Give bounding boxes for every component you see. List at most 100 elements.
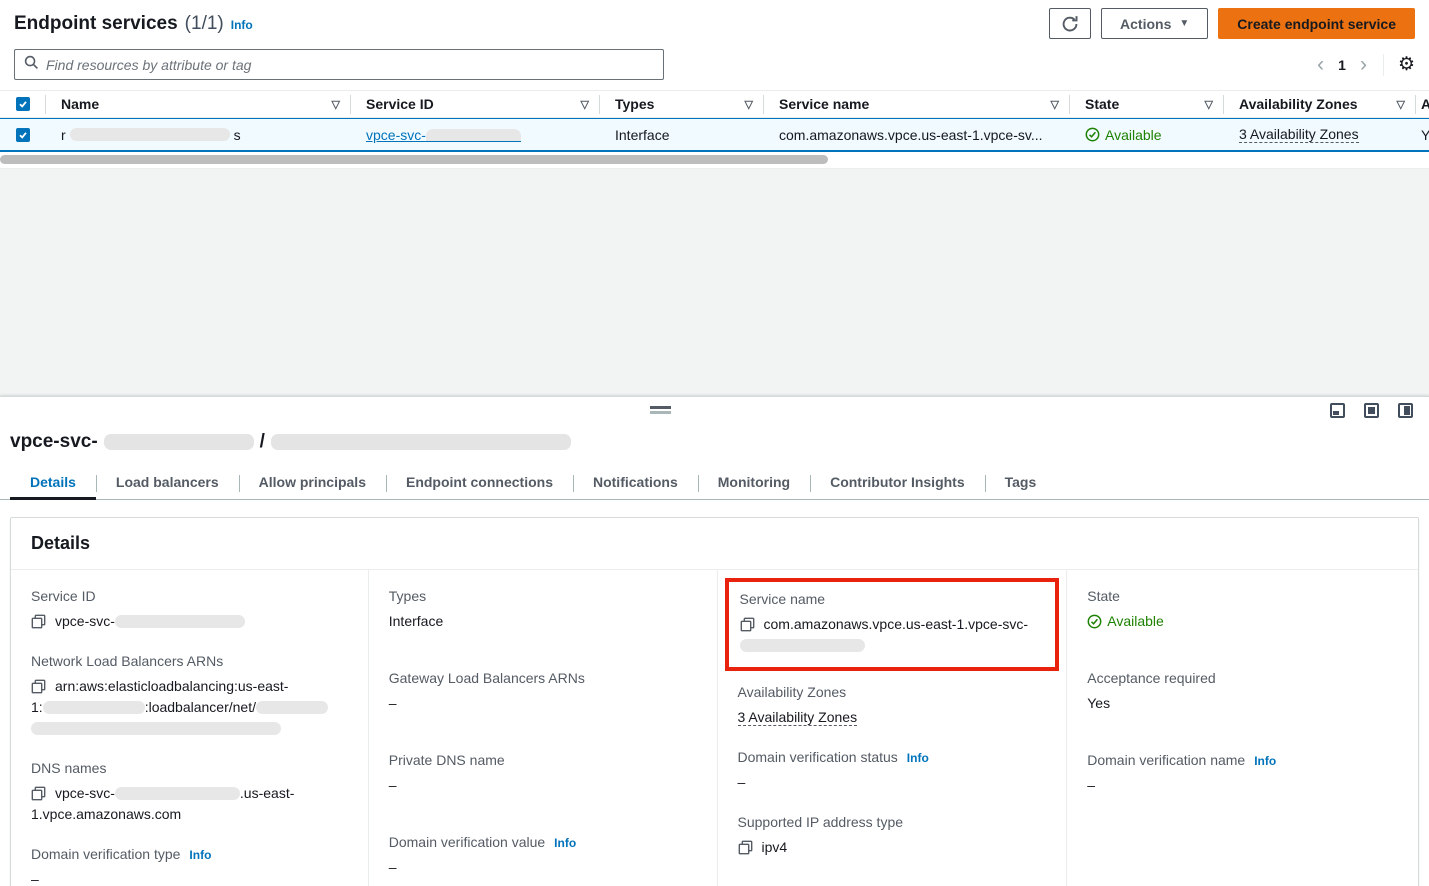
field-label: Acceptance required	[1087, 670, 1215, 686]
panel-position-side-icon[interactable]	[1398, 403, 1413, 418]
service-id-link[interactable]: vpce-svc-	[366, 127, 521, 143]
field-service-id: Service ID vpce-svc-	[31, 588, 348, 632]
row-service-name-cell: com.amazonaws.vpce.us-east-1.vpce-sv...	[763, 119, 1069, 150]
tab-endpoint-connections[interactable]: Endpoint connections	[386, 466, 573, 499]
panel-position-bottom-icon[interactable]	[1330, 403, 1345, 418]
availability-zones-link[interactable]: 3 Availability Zones	[738, 709, 858, 726]
table-header-row: Name ▽ Service ID ▽ Types ▽ Service name…	[0, 91, 1429, 118]
service-name-highlight-box: Service name com.amazonaws.vpce.us-east-…	[725, 578, 1060, 671]
tab-tags[interactable]: Tags	[985, 466, 1057, 499]
field-label: Types	[389, 588, 426, 604]
row-availability-zones-cell: 3 Availability Zones	[1223, 119, 1415, 150]
field-domain-verification-status: Domain verification status Info –	[738, 749, 1047, 793]
field-label: DNS names	[31, 760, 106, 776]
acceptance-value: Yes	[1087, 695, 1110, 711]
column-header-service-id[interactable]: Service ID ▽	[350, 91, 599, 117]
scrollbar-thumb[interactable]	[0, 155, 828, 164]
column-header-name[interactable]: Name ▽	[45, 91, 350, 117]
actions-button[interactable]: Actions ▼	[1101, 8, 1208, 39]
field-state: State Available	[1087, 588, 1398, 632]
sort-icon[interactable]: ▽	[581, 98, 589, 111]
pagination: ‹ 1 › ⚙	[1315, 54, 1415, 76]
row-checkbox-cell	[0, 119, 45, 150]
column-header-label: Service ID	[366, 96, 434, 112]
redacted-service-name-suffix	[740, 639, 865, 652]
tab-allow-principals[interactable]: Allow principals	[239, 466, 386, 499]
column-header-state[interactable]: State ▽	[1069, 91, 1223, 117]
page-number[interactable]: 1	[1338, 57, 1346, 73]
column-header-acceptance-partial[interactable]: A	[1415, 91, 1429, 117]
info-link[interactable]: Info	[1254, 754, 1276, 768]
field-value: –	[389, 859, 397, 875]
row-name-cell: r s	[45, 119, 350, 150]
tab-notifications[interactable]: Notifications	[573, 466, 698, 499]
search-box[interactable]	[14, 49, 664, 80]
field-label: Private DNS name	[389, 752, 505, 768]
tab-monitoring[interactable]: Monitoring	[698, 466, 810, 499]
row-types-cell: Interface	[599, 119, 763, 150]
details-card: Details Service ID vpce-svc-	[10, 517, 1419, 886]
redacted-title-id	[104, 434, 254, 450]
field-types: Types Interface	[389, 588, 697, 632]
row-types-text: Interface	[615, 127, 669, 143]
row-acceptance-cell: Y	[1415, 119, 1429, 150]
table-row[interactable]: r s vpce-svc- Interface com.amazonaws.vp…	[0, 118, 1429, 152]
sort-icon[interactable]: ▽	[1205, 98, 1213, 111]
row-name-text: s	[234, 127, 241, 143]
field-acceptance-required: Acceptance required Yes	[1087, 670, 1398, 714]
field-label: Service ID	[31, 588, 96, 604]
select-all-checkbox[interactable]	[16, 97, 30, 111]
panel-resize-handle[interactable]	[650, 406, 671, 414]
tab-load-balancers[interactable]: Load balancers	[96, 466, 239, 499]
sort-icon[interactable]: ▽	[1051, 98, 1059, 111]
info-link[interactable]: Info	[554, 836, 576, 850]
field-label: Gateway Load Balancers ARNs	[389, 670, 585, 686]
next-page-icon[interactable]: ›	[1358, 54, 1369, 75]
column-header-label: State	[1085, 96, 1119, 112]
info-link[interactable]: Info	[907, 751, 929, 765]
sort-icon[interactable]: ▽	[332, 98, 340, 111]
nlb-arn-line1: arn:aws:elasticloadbalancing:us-east-	[55, 676, 288, 697]
search-input[interactable]	[46, 57, 654, 73]
gear-icon[interactable]: ⚙	[1398, 55, 1415, 74]
column-header-availability-zones[interactable]: Availability Zones ▽	[1223, 91, 1415, 117]
redacted-service-id	[426, 129, 521, 142]
field-label: Availability Zones	[738, 684, 847, 700]
sort-icon[interactable]: ▽	[745, 98, 753, 111]
field-value: Interface	[389, 613, 443, 629]
tab-contributor-insights[interactable]: Contributor Insights	[810, 466, 985, 499]
dns-name-value: 1.vpce.amazonaws.com	[31, 806, 181, 822]
refresh-button[interactable]	[1049, 8, 1091, 39]
copy-icon[interactable]	[31, 614, 46, 629]
column-header-types[interactable]: Types ▽	[599, 91, 763, 117]
copy-icon[interactable]	[740, 617, 755, 632]
field-network-load-balancers-arns: Network Load Balancers ARNs arn:aws:elas…	[31, 653, 348, 739]
field-value: –	[389, 695, 397, 711]
row-checkbox[interactable]	[16, 128, 30, 142]
column-header-label: A	[1421, 96, 1429, 112]
list-toolbar: ‹ 1 › ⚙	[0, 43, 1429, 90]
copy-icon[interactable]	[31, 786, 46, 801]
sort-icon[interactable]: ▽	[1397, 98, 1405, 111]
panel-title-id-prefix: vpce-svc-	[10, 431, 98, 453]
row-acceptance-text: Y	[1421, 127, 1429, 143]
panel-tabs: Details Load balancers Allow principals …	[0, 466, 1429, 500]
copy-icon[interactable]	[31, 679, 46, 694]
redacted-title-name	[271, 434, 571, 450]
header-info-link[interactable]: Info	[231, 18, 253, 32]
service-name-value: com.amazonaws.vpce.us-east-1.vpce-svc-	[764, 614, 1029, 635]
availability-zones-link[interactable]: 3 Availability Zones	[1239, 126, 1359, 143]
column-header-service-name[interactable]: Service name ▽	[763, 91, 1069, 117]
copy-icon[interactable]	[738, 840, 753, 855]
create-endpoint-service-button[interactable]: Create endpoint service	[1218, 8, 1415, 39]
field-service-name: Service name com.amazonaws.vpce.us-east-…	[740, 591, 1045, 656]
previous-page-icon[interactable]: ‹	[1315, 54, 1326, 75]
panel-title-separator: /	[260, 431, 265, 453]
panel-position-center-icon[interactable]	[1364, 403, 1379, 418]
info-link[interactable]: Info	[189, 848, 211, 862]
details-column-3: Service name com.amazonaws.vpce.us-east-…	[717, 570, 1067, 886]
details-column-1: Service ID vpce-svc- Network Load Balanc…	[11, 570, 368, 886]
field-label: Domain verification name	[1087, 752, 1245, 768]
tab-details[interactable]: Details	[10, 466, 96, 499]
redacted-dns-id	[115, 787, 240, 800]
